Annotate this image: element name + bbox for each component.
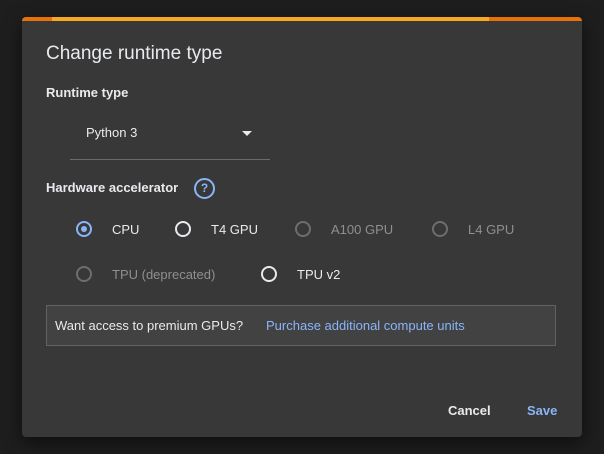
radio-label: A100 GPU — [331, 221, 394, 237]
radio-button-icon — [76, 266, 92, 282]
radio-tpu-deprecated: TPU (deprecated) — [76, 263, 215, 285]
radio-button-icon — [76, 221, 92, 237]
radio-cpu[interactable]: CPU — [76, 218, 139, 240]
radio-tpu-v2[interactable]: TPU v2 — [261, 263, 340, 285]
runtime-type-select[interactable]: Python 3 — [70, 117, 270, 160]
radio-button-icon — [261, 266, 277, 282]
radio-label: CPU — [112, 221, 140, 237]
help-icon[interactable]: ? — [194, 178, 215, 199]
runtime-type-value: Python 3 — [86, 125, 138, 140]
dropdown-arrow-icon — [242, 131, 252, 136]
radio-l4-gpu: L4 GPU — [432, 218, 514, 240]
radio-label: TPU v2 — [297, 266, 341, 282]
radio-label: L4 GPU — [468, 221, 515, 237]
radio-a100-gpu: A100 GPU — [295, 218, 393, 240]
save-button[interactable]: Save — [527, 403, 557, 418]
radio-button-icon — [432, 221, 448, 237]
radio-button-icon — [175, 221, 191, 237]
runtime-type-label: Runtime type — [46, 85, 129, 100]
dialog-title: Change runtime type — [46, 43, 223, 64]
cancel-button[interactable]: Cancel — [448, 403, 491, 418]
progress-bar-fill — [52, 17, 489, 21]
hardware-accelerator-label: Hardware accelerator — [46, 180, 179, 195]
premium-gpu-notice: Want access to premium GPUs? Purchase ad… — [46, 305, 556, 346]
notice-text: Want access to premium GPUs? — [55, 318, 244, 333]
radio-label: TPU (deprecated) — [112, 266, 216, 282]
change-runtime-dialog: Change runtime type Runtime type Python … — [22, 17, 582, 437]
radio-button-icon — [295, 221, 311, 237]
progress-bar — [22, 17, 582, 21]
purchase-compute-units-link[interactable]: Purchase additional compute units — [266, 318, 465, 333]
radio-t4-gpu[interactable]: T4 GPU — [175, 218, 258, 240]
radio-label: T4 GPU — [211, 221, 258, 237]
